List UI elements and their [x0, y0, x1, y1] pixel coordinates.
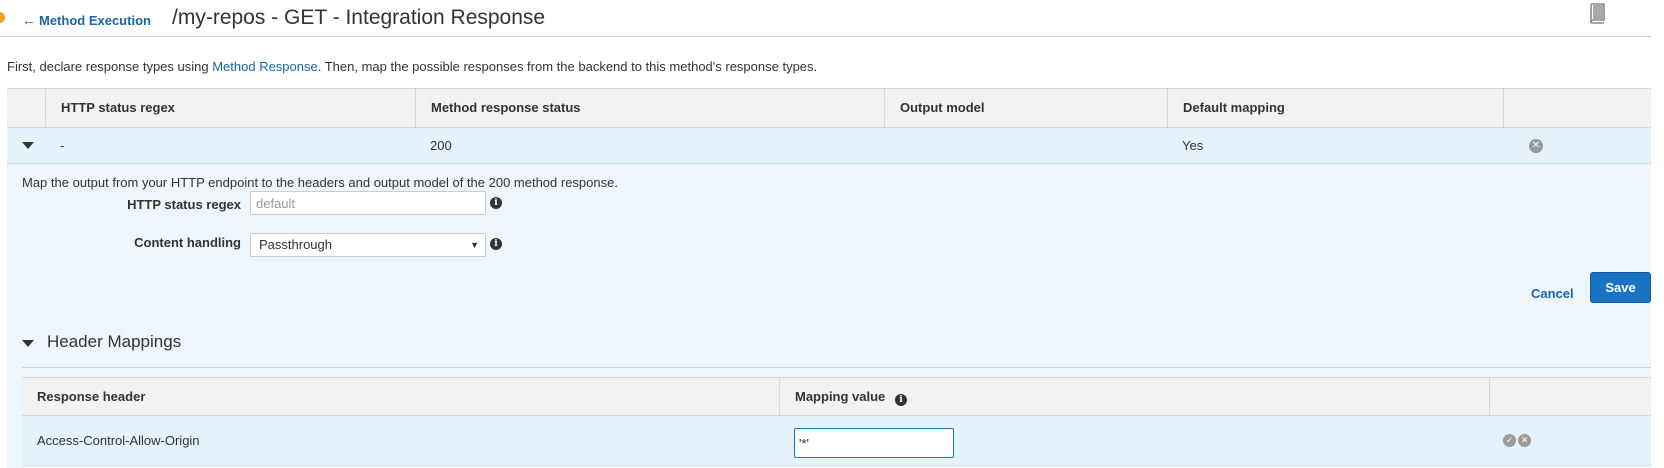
col-response-header: Response header: [37, 389, 146, 404]
row-regex: -: [60, 138, 65, 153]
response-header-name: Access-Control-Allow-Origin: [37, 433, 200, 448]
header-mappings-table-header: Response header Mapping value i: [22, 377, 1651, 416]
row-status: 200: [430, 138, 452, 153]
method-response-link[interactable]: Method Response: [212, 59, 318, 74]
http-status-regex-label: HTTP status regex: [127, 197, 241, 212]
arrow-left-icon: ←: [22, 12, 36, 28]
table-row[interactable]: - 200 Yes ✕: [7, 128, 1651, 164]
row-default: Yes: [1182, 138, 1204, 153]
delete-response-icon[interactable]: ✕: [1529, 139, 1543, 153]
section-divider: [22, 367, 1651, 368]
col-mapping-actions: [1489, 378, 1651, 416]
mapping-value-label: Mapping value: [795, 389, 886, 404]
col-http-status-regex: HTTP status regex: [45, 89, 416, 127]
regex-info-icon[interactable]: i: [490, 197, 502, 209]
col-output-model: Output model: [884, 89, 1167, 127]
cancel-x-icon[interactable]: ✕: [1518, 434, 1531, 447]
page-title: /my-repos - GET - Integration Response: [172, 6, 546, 29]
back-to-method-execution-link[interactable]: ← Method Execution: [22, 12, 151, 28]
intro-text: First, declare response types using Meth…: [7, 59, 817, 74]
intro-suffix: . Then, map the possible responses from …: [317, 59, 818, 74]
header-mappings-title[interactable]: Header Mappings: [47, 332, 181, 352]
page-header: ← Method Execution /my-repos - GET - Int…: [0, 0, 1651, 37]
content-handling-value: Passthrough: [259, 237, 332, 252]
confirm-check-icon[interactable]: ✓: [1503, 434, 1516, 447]
col-actions: [1503, 89, 1651, 127]
mapping-value-info-icon[interactable]: i: [894, 394, 907, 406]
chevron-down-icon: ▼: [470, 240, 479, 250]
content-handling-label: Content handling: [134, 235, 241, 250]
header-mappings-caret-icon[interactable]: [22, 340, 34, 347]
row-model: [884, 128, 899, 164]
mapping-value-input[interactable]: [794, 428, 954, 458]
table-row: Access-Control-Allow-Origin ✓ ✕: [22, 416, 1651, 466]
content-handling-select[interactable]: Passthrough ▼: [250, 233, 486, 257]
col-method-response-status: Method response status: [415, 89, 885, 127]
cancel-button[interactable]: Cancel: [1531, 286, 1574, 301]
content-handling-info-icon[interactable]: i: [490, 238, 502, 250]
intro-prefix: First, declare response types using: [7, 59, 213, 74]
response-detail-panel: Map the output from your HTTP endpoint t…: [7, 164, 1651, 468]
responses-table-header: HTTP status regex Method response status…: [7, 88, 1651, 128]
back-link-label: Method Execution: [39, 12, 151, 28]
save-button[interactable]: Save: [1590, 272, 1651, 303]
col-mapping-value: Mapping value i: [779, 378, 1490, 416]
http-status-regex-input[interactable]: [250, 191, 486, 215]
detail-description: Map the output from your HTTP endpoint t…: [22, 175, 618, 190]
collapse-caret-icon[interactable]: [22, 142, 34, 149]
book-icon[interactable]: [1588, 2, 1608, 24]
col-default-mapping: Default mapping: [1167, 89, 1504, 127]
